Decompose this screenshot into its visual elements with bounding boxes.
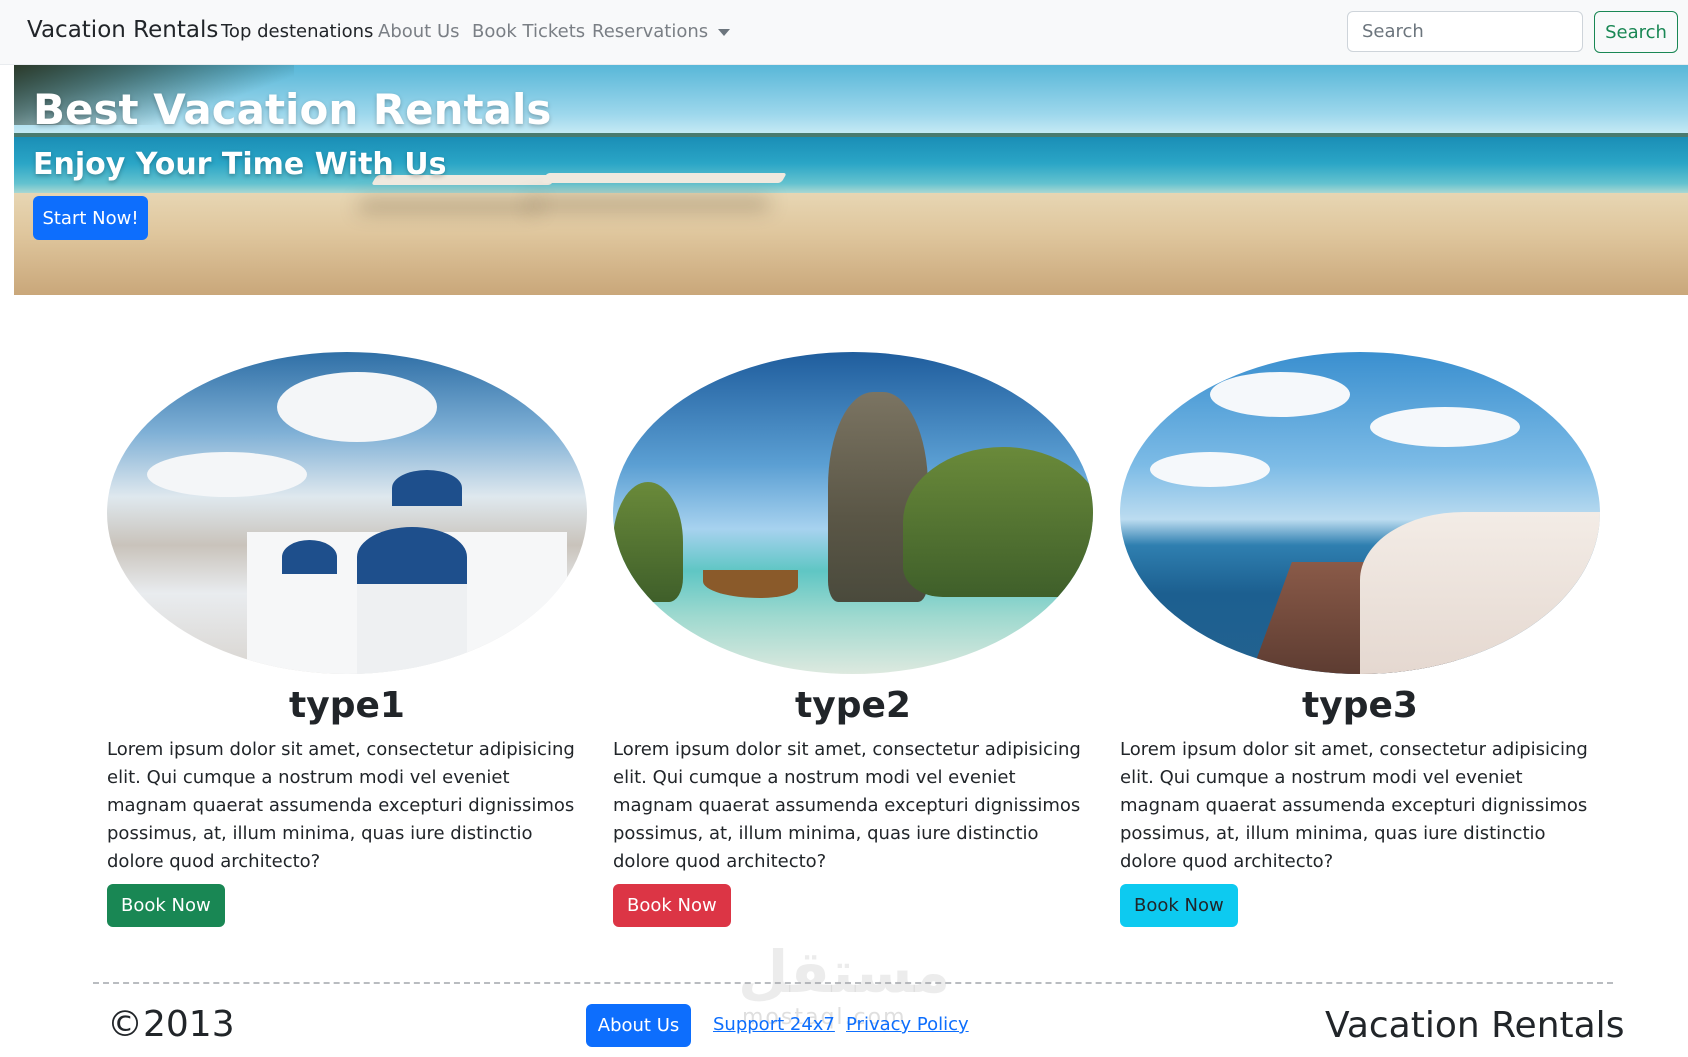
footer-about-button[interactable]: About Us: [586, 1004, 691, 1047]
book-now-button[interactable]: Book Now: [613, 884, 731, 927]
card-image-thai-beach: [613, 352, 1093, 674]
navbar: Vacation Rentals Top destenations About …: [0, 0, 1688, 65]
card-image-oia: [1120, 352, 1600, 674]
footer-support-link[interactable]: Support 24x7: [713, 1014, 835, 1035]
nav-link-book-tickets[interactable]: Book Tickets: [472, 21, 585, 42]
footer-copyright: ©2013: [107, 1004, 235, 1045]
card-image-santorini: [107, 352, 587, 674]
search-input[interactable]: [1347, 11, 1583, 52]
nav-dropdown-label: Reservations: [592, 21, 709, 42]
card-text: Lorem ipsum dolor sit amet, consectetur …: [107, 739, 575, 872]
hero-subtitle: Enjoy Your Time With Us: [33, 147, 447, 182]
card-title: type3: [1302, 685, 1418, 726]
watermark-logo: مستقل: [738, 938, 951, 1006]
footer-privacy-link[interactable]: Privacy Policy: [846, 1014, 969, 1035]
nav-dropdown-reservations[interactable]: Reservations: [592, 21, 731, 42]
start-now-button[interactable]: Start Now!: [33, 196, 148, 240]
caret-down-icon: [718, 28, 731, 36]
card-title: type2: [795, 685, 911, 726]
hero-banner: Best Vacation Rentals Enjoy Your Time Wi…: [14, 65, 1688, 295]
book-now-button[interactable]: Book Now: [1120, 884, 1238, 927]
navbar-brand[interactable]: Vacation Rentals: [27, 17, 218, 43]
beach-chair: [541, 173, 787, 183]
nav-link-about-us[interactable]: About Us: [378, 21, 460, 42]
nav-link-top-destinations[interactable]: Top destenations: [221, 21, 373, 42]
book-now-button[interactable]: Book Now: [107, 884, 225, 927]
card-text: Lorem ipsum dolor sit amet, consectetur …: [613, 739, 1081, 872]
card-text: Lorem ipsum dolor sit amet, consectetur …: [1120, 739, 1588, 872]
footer-brand: Vacation Rentals: [1325, 1005, 1625, 1046]
hero-sand: [14, 193, 1688, 295]
hero-title: Best Vacation Rentals: [33, 85, 552, 134]
card-title: type1: [289, 685, 405, 726]
search-button[interactable]: Search: [1594, 11, 1678, 53]
